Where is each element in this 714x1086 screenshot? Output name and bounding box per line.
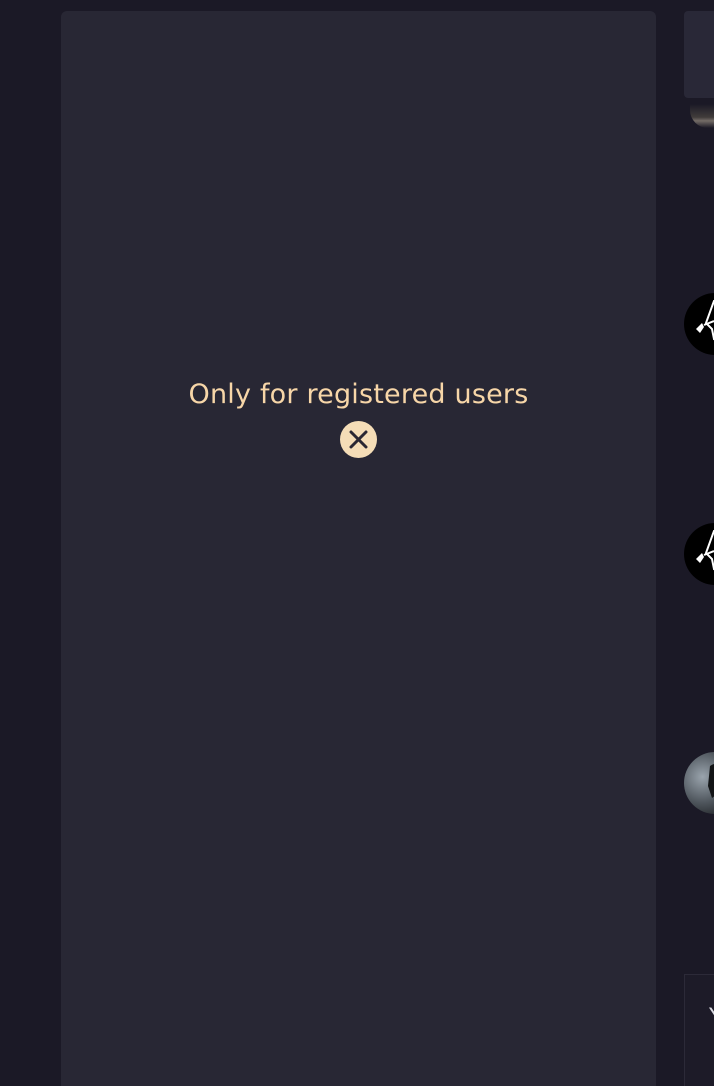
avatar[interactable] (684, 523, 714, 585)
restricted-message: Only for registered users (188, 379, 529, 410)
avatar[interactable] (684, 752, 714, 814)
page: Only for registered users (0, 0, 714, 1086)
thumbnail-image[interactable] (690, 104, 714, 128)
avatar-figure-icon (696, 529, 714, 571)
avatar-figure-icon (696, 299, 714, 341)
right-sidebar: Y (684, 0, 714, 1086)
restricted-content-notice: Only for registered users (61, 377, 656, 462)
sidebar-footer: Y (684, 974, 714, 1086)
avatar-photo-icon (708, 764, 714, 798)
close-button[interactable] (340, 421, 377, 458)
footer-glyph: Y (709, 1005, 714, 1030)
close-icon (349, 430, 368, 449)
avatar[interactable] (684, 293, 714, 355)
main-content-panel: Only for registered users (61, 11, 656, 1086)
sidebar-header (684, 11, 714, 98)
